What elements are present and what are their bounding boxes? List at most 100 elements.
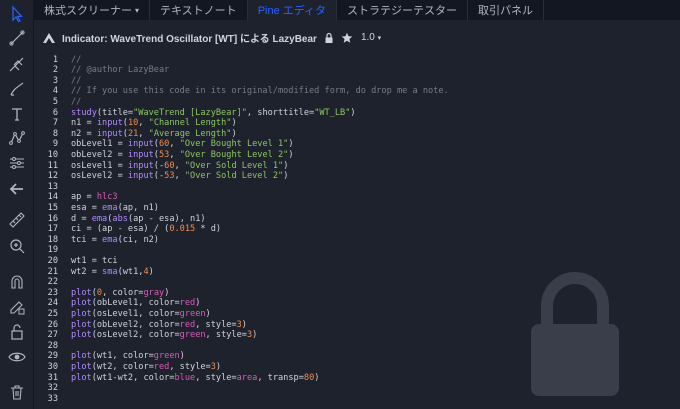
- eye-icon[interactable]: [0, 345, 33, 369]
- bottom-panel-tabs: 株式スクリーナー ▾ テキストノート Pine エディタ ストラテジーテスター …: [34, 0, 680, 20]
- line-number: 7: [52, 118, 58, 129]
- line-number: 22: [47, 277, 58, 288]
- tab-label: 株式スクリーナー: [44, 5, 132, 17]
- code-line: 16 d = ema(abs(ap - esa), n1): [34, 214, 680, 225]
- line-number: 31: [47, 372, 58, 383]
- line-number: 32: [47, 383, 58, 394]
- tab-pine-editor[interactable]: Pine エディタ: [247, 0, 337, 20]
- code-text: plot(wt2, color=red, style=3): [71, 361, 222, 372]
- line-number: 5: [52, 96, 58, 107]
- code-text: // If you use this code in its original/…: [71, 86, 449, 97]
- line-number: 1: [52, 54, 58, 65]
- line-number: 26: [47, 319, 58, 330]
- code-text: obLevel2 = input(53, "Over Bought Level …: [71, 149, 294, 160]
- line-number: 2: [52, 65, 58, 76]
- trash-icon[interactable]: [0, 380, 33, 404]
- line-number: 19: [47, 245, 58, 256]
- text-icon[interactable]: [0, 102, 33, 126]
- arrow-left-icon[interactable]: [0, 177, 33, 201]
- pitchfork-icon[interactable]: [0, 52, 33, 76]
- tab-trading-panel[interactable]: 取引パネル: [468, 0, 544, 20]
- line-number: 8: [52, 128, 58, 139]
- tab-label: Pine エディタ: [257, 5, 326, 17]
- magnet-icon[interactable]: [0, 270, 33, 294]
- code-text: n1 = input(10, "Channel Length"): [71, 118, 237, 129]
- measure-icon[interactable]: [0, 151, 33, 175]
- line-number: 9: [52, 139, 58, 150]
- code-line: 4 // If you use this code in its original…: [34, 86, 680, 97]
- line-number: 6: [52, 107, 58, 118]
- code-line: 19: [34, 245, 680, 256]
- code-text: study(title="WaveTrend [LazyBear]", shor…: [71, 107, 356, 118]
- code-line: 11 osLevel1 = input(-60, "Over Sold Level…: [34, 161, 680, 172]
- code-line: 9 obLevel1 = input(60, "Over Bought Level…: [34, 139, 680, 150]
- star-icon[interactable]: [341, 32, 353, 44]
- code-line: 15 esa = ema(ap, n1): [34, 203, 680, 214]
- ruler-icon[interactable]: [0, 208, 33, 232]
- line-number: 15: [47, 202, 58, 213]
- code-line: 14 ap = hlc3: [34, 192, 680, 203]
- code-line: 2 // @author LazyBear: [34, 65, 680, 76]
- chevron-down-icon: ▾: [377, 35, 382, 42]
- code-text: plot(obLevel1, color=red): [71, 298, 201, 309]
- tab-strategy-tester[interactable]: ストラテジーテスター: [337, 0, 468, 20]
- line-number: 33: [47, 393, 58, 404]
- brush-icon[interactable]: [0, 77, 33, 101]
- code-line: 12 osLevel2 = input(-53, "Over Sold Level…: [34, 171, 680, 182]
- code-line: 5 //: [34, 97, 680, 108]
- zoom-icon[interactable]: [0, 234, 33, 258]
- code-text: tci = ema(ci, n2): [71, 234, 159, 245]
- code-text: esa = ema(ap, n1): [71, 202, 159, 213]
- tab-label: ストラテジーテスター: [347, 5, 457, 17]
- code-text: //: [71, 54, 82, 65]
- drawing-toolbar: [0, 0, 34, 409]
- code-text: //: [71, 75, 82, 86]
- line-number: 20: [47, 255, 58, 266]
- script-header: Indicator: WaveTrend Oscillator [WT] による…: [34, 20, 680, 56]
- line-number: 12: [47, 171, 58, 182]
- code-line: 6 study(title="WaveTrend [LazyBear]", sho…: [34, 108, 680, 119]
- version-dropdown[interactable]: 1.0 ▾: [361, 32, 381, 43]
- line-number: 30: [47, 361, 58, 372]
- code-line: 17 ci = (ap - esa) / (0.015 * d): [34, 224, 680, 235]
- line-number: 4: [52, 86, 58, 97]
- version-label: 1.0: [360, 32, 375, 43]
- code-text: // @author LazyBear: [71, 65, 170, 76]
- code-text: plot(obLevel2, color=red, style=3): [71, 319, 247, 330]
- code-text: osLevel2 = input(-53, "Over Sold Level 2…: [71, 171, 289, 182]
- pattern-icon[interactable]: [0, 126, 33, 150]
- code-line: 8 n2 = input(21, "Average Length"): [34, 129, 680, 140]
- tab-label: テキストノート: [160, 5, 237, 17]
- code-line: 10 obLevel2 = input(53, "Over Bought Leve…: [34, 150, 680, 161]
- publisher-logo-icon: [43, 32, 55, 43]
- script-title: Indicator: WaveTrend Oscillator [WT] による…: [62, 34, 317, 45]
- code-text: plot(osLevel2, color=green, style=3): [71, 330, 258, 341]
- line-number: 10: [47, 149, 58, 160]
- line-number: 29: [47, 351, 58, 362]
- code-text: ci = (ap - esa) / (0.015 * d): [71, 224, 222, 235]
- tab-stock-screener[interactable]: 株式スクリーナー ▾: [34, 0, 151, 20]
- line-number: 17: [47, 224, 58, 235]
- code-text: d = ema(abs(ap - esa), n1): [71, 213, 206, 224]
- line-number: 3: [52, 75, 58, 86]
- tab-text-notes[interactable]: テキストノート: [150, 0, 248, 20]
- lock-drawing-icon[interactable]: [0, 320, 33, 344]
- line-number: 11: [47, 160, 58, 171]
- line-number: 21: [47, 266, 58, 277]
- code-line: 7 n1 = input(10, "Channel Length"): [34, 118, 680, 129]
- cursor-icon[interactable]: [0, 2, 33, 26]
- code-text: plot(0, color=gray): [71, 287, 170, 298]
- code-text: osLevel1 = input(-60, "Over Sold Level 1…: [71, 160, 289, 171]
- line-number: 16: [47, 213, 58, 224]
- trend-line-icon[interactable]: [0, 26, 33, 50]
- code-text: wt1 = tci: [71, 255, 118, 266]
- code-text: obLevel1 = input(60, "Over Bought Level …: [71, 139, 294, 150]
- lock-icon[interactable]: [323, 32, 335, 44]
- code-line: 13: [34, 182, 680, 193]
- pencil-lock-icon[interactable]: [0, 295, 33, 319]
- code-line: 20 wt1 = tci: [34, 256, 680, 267]
- code-text: //: [71, 96, 82, 107]
- line-number: 27: [47, 330, 58, 341]
- chevron-down-icon: ▾: [135, 5, 140, 15]
- code-text: plot(wt1, color=green): [71, 351, 185, 362]
